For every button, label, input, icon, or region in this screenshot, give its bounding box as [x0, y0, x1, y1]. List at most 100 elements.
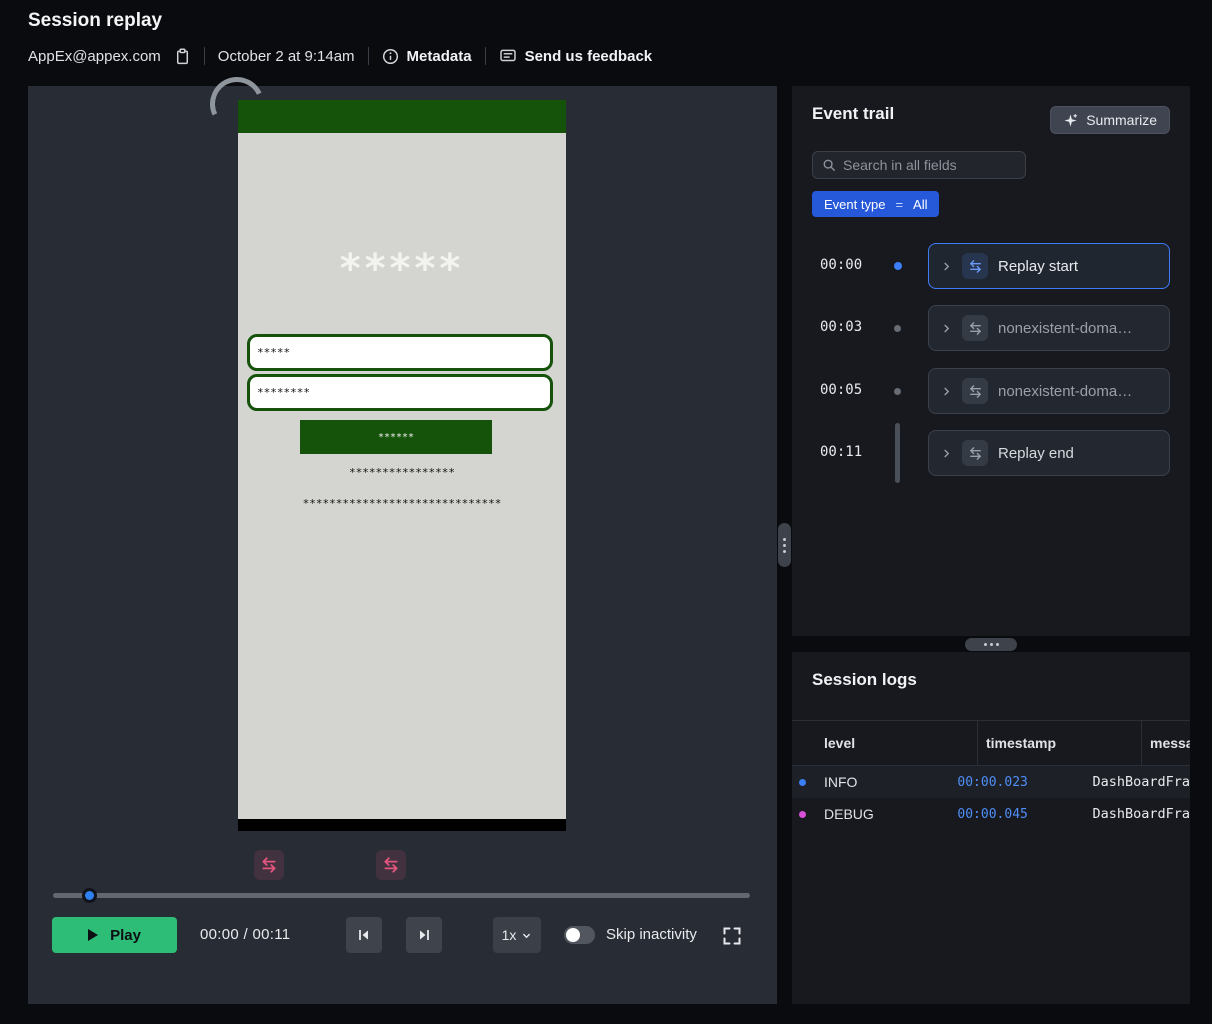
event-card-replay-start[interactable]: Replay start: [928, 243, 1170, 289]
chevron-right-icon[interactable]: [941, 448, 952, 459]
event-card-navigation[interactable]: nonexistent-doma…: [928, 368, 1170, 414]
next-breadcrumb-button[interactable]: [406, 917, 442, 953]
event-timestamp: 00:05: [820, 382, 862, 398]
sparkle-icon: [1063, 113, 1078, 128]
event-end-marker: [895, 423, 900, 483]
event-row: 00:11 Replay end: [792, 430, 1190, 476]
column-header-timestamp[interactable]: timestamp: [978, 721, 1142, 765]
replay-user-email: AppEx@appex.com: [28, 48, 161, 65]
event-search-box[interactable]: [812, 151, 1026, 179]
event-trail-panel: Event trail Summarize Event type = All 0…: [792, 86, 1190, 636]
log-level: INFO: [792, 774, 949, 790]
log-level-dot-debug: [799, 811, 806, 818]
divider: [368, 47, 369, 65]
event-jump-button[interactable]: [254, 850, 284, 880]
event-label: Replay end: [998, 445, 1074, 462]
header-meta: AppEx@appex.com October 2 at 9:14am Meta…: [28, 44, 652, 68]
masked-password-field: ********: [247, 374, 553, 411]
replay-player-panel: ***** ***** ******** ****** ************…: [28, 86, 777, 1004]
panel-resize-handle-vertical[interactable]: [778, 523, 791, 567]
info-icon: [382, 48, 399, 65]
log-timestamp-link[interactable]: 00:00.045: [949, 807, 1084, 822]
skip-next-icon: [416, 927, 432, 943]
toggle-knob: [566, 928, 580, 942]
log-table-header: level timestamp message: [792, 720, 1190, 766]
swap-arrows-icon: [962, 378, 988, 404]
log-level-dot-info: [799, 779, 806, 786]
filter-field: Event type: [816, 197, 893, 212]
masked-title-text: *****: [238, 246, 566, 292]
divider: [485, 47, 486, 65]
device-footer-bar: [238, 819, 566, 831]
masked-text-line: ******************************: [238, 497, 566, 510]
event-row: 00:00 Replay start: [792, 243, 1190, 289]
fullscreen-button[interactable]: [722, 926, 742, 946]
swap-arrows-icon: [260, 856, 278, 874]
time-display: 00:00 / 00:11: [200, 917, 290, 953]
event-label: nonexistent-doma…: [998, 320, 1132, 337]
device-header-bar: [238, 100, 566, 133]
panel-resize-handle-horizontal[interactable]: [965, 638, 1017, 651]
event-jump-button[interactable]: [376, 850, 406, 880]
event-label: nonexistent-doma…: [998, 383, 1132, 400]
session-logs-panel: Session logs level timestamp message INF…: [792, 652, 1190, 1004]
event-trail-title: Event trail: [812, 104, 894, 124]
masked-login-button: ******: [300, 420, 492, 454]
event-timestamp: 00:11: [820, 444, 862, 460]
swap-arrows-icon: [962, 253, 988, 279]
event-card-navigation[interactable]: nonexistent-doma…: [928, 305, 1170, 351]
log-row[interactable]: DEBUG 00:00.045 DashBoardFra: [792, 798, 1190, 830]
fullscreen-icon: [722, 926, 742, 946]
skip-inactivity-label: Skip inactivity: [606, 917, 697, 953]
timeline-playhead[interactable]: [82, 888, 97, 903]
metadata-button[interactable]: Metadata: [382, 48, 472, 65]
masked-username-field: *****: [247, 334, 553, 371]
event-card-replay-end[interactable]: Replay end: [928, 430, 1170, 476]
skip-inactivity-toggle[interactable]: [564, 926, 595, 944]
log-message: DashBoardFra: [1084, 774, 1190, 790]
event-marker-dot: [894, 262, 902, 270]
replay-date: October 2 at 9:14am: [218, 48, 355, 65]
event-search-input[interactable]: [843, 157, 1016, 173]
play-icon: [88, 929, 98, 941]
swap-arrows-icon: [962, 440, 988, 466]
page-title: Session replay: [28, 10, 162, 32]
session-logs-title: Session logs: [812, 670, 917, 690]
chevron-right-icon[interactable]: [941, 386, 952, 397]
event-timestamp: 00:03: [820, 319, 862, 335]
column-header-message[interactable]: message: [1142, 721, 1190, 765]
log-message: DashBoardFra: [1084, 806, 1190, 822]
event-type-filter-chip[interactable]: Event type = All: [812, 191, 939, 217]
replay-timeline-scrubber[interactable]: [53, 888, 750, 902]
session-logs-table: level timestamp message INFO 00:00.023 D…: [792, 720, 1190, 830]
log-timestamp-link[interactable]: 00:00.023: [949, 775, 1084, 790]
magnifier-icon: [822, 158, 836, 172]
event-row: 00:03 nonexistent-doma…: [792, 305, 1190, 351]
chevron-right-icon[interactable]: [941, 323, 952, 334]
chevron-right-icon[interactable]: [941, 261, 952, 272]
copy-clipboard-icon[interactable]: [174, 48, 191, 65]
column-header-level[interactable]: level: [792, 721, 978, 765]
timeline-track[interactable]: [53, 893, 750, 898]
event-marker-dot: [894, 325, 901, 332]
playback-speed-select[interactable]: 1x: [493, 917, 541, 953]
filter-operator: =: [893, 197, 905, 212]
masked-text-line: ****************: [238, 466, 566, 479]
feedback-icon: [499, 47, 517, 65]
play-button[interactable]: Play: [52, 917, 177, 953]
event-label: Replay start: [998, 258, 1078, 275]
log-level: DEBUG: [792, 806, 949, 822]
chevron-down-icon: [521, 930, 532, 941]
event-timestamp: 00:00: [820, 257, 862, 273]
swap-arrows-icon: [962, 315, 988, 341]
event-marker-dot: [894, 388, 901, 395]
previous-breadcrumb-button[interactable]: [346, 917, 382, 953]
filter-value: All: [905, 197, 935, 212]
send-feedback-button[interactable]: Send us feedback: [499, 47, 653, 65]
skip-previous-icon: [356, 927, 372, 943]
summarize-button[interactable]: Summarize: [1050, 106, 1170, 134]
log-row[interactable]: INFO 00:00.023 DashBoardFra: [792, 766, 1190, 798]
divider: [204, 47, 205, 65]
swap-arrows-icon: [382, 856, 400, 874]
replay-screenshot: ***** ***** ******** ****** ************…: [238, 100, 566, 831]
